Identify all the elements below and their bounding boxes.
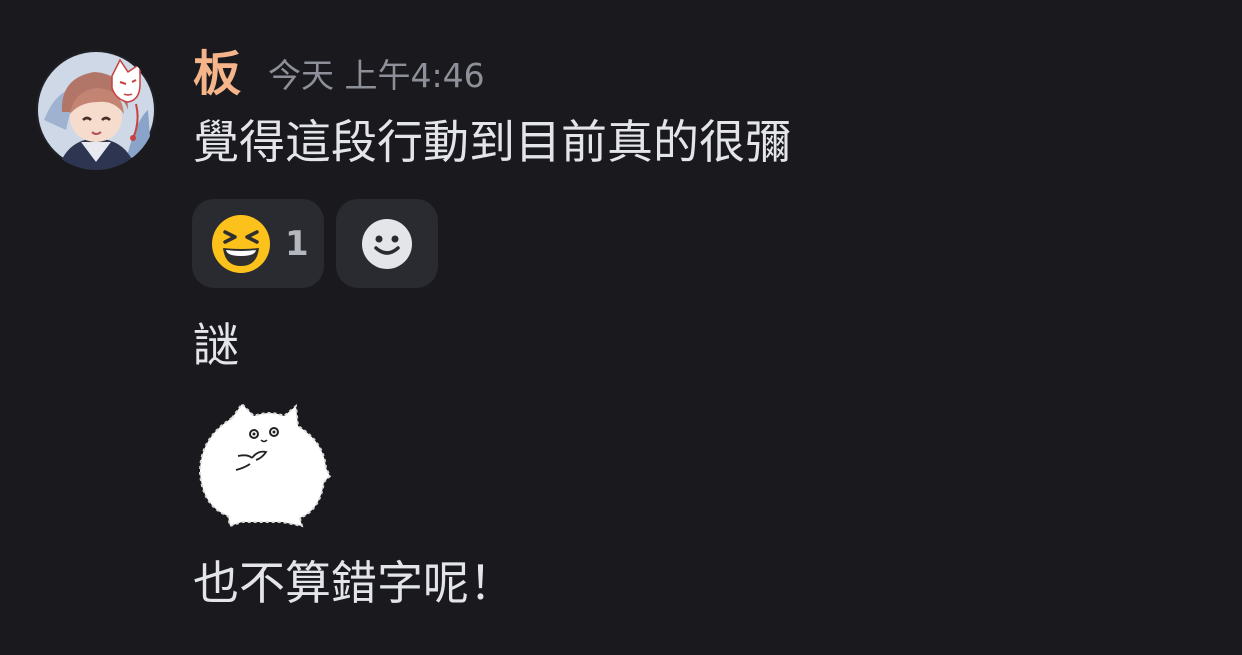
- message-line: 謎: [193, 318, 239, 372]
- message-line: 覺得這段行動到目前真的很彌: [193, 115, 791, 169]
- message-timestamp: 今天 上午4:46: [268, 56, 485, 95]
- add-reaction-button[interactable]: [336, 199, 438, 288]
- author-name[interactable]: 板: [193, 44, 241, 104]
- chat-message-view: 板 今天 上午4:46 覺得這段行動到目前真的很彌 1 謎 也不算錯字呢！: [0, 0, 1242, 655]
- reaction-chip[interactable]: 1: [192, 199, 324, 288]
- avatar-image-icon: [36, 50, 156, 170]
- smiley-add-reaction-icon: [362, 218, 412, 269]
- cat-sticker[interactable]: [192, 398, 337, 530]
- laughing-face-emoji-icon: [212, 214, 270, 273]
- reaction-count: 1: [285, 223, 309, 264]
- user-avatar[interactable]: [36, 50, 156, 170]
- message-line: 也不算錯字呢！: [193, 556, 515, 610]
- white-fluffy-cat-sticker-icon: [198, 402, 332, 528]
